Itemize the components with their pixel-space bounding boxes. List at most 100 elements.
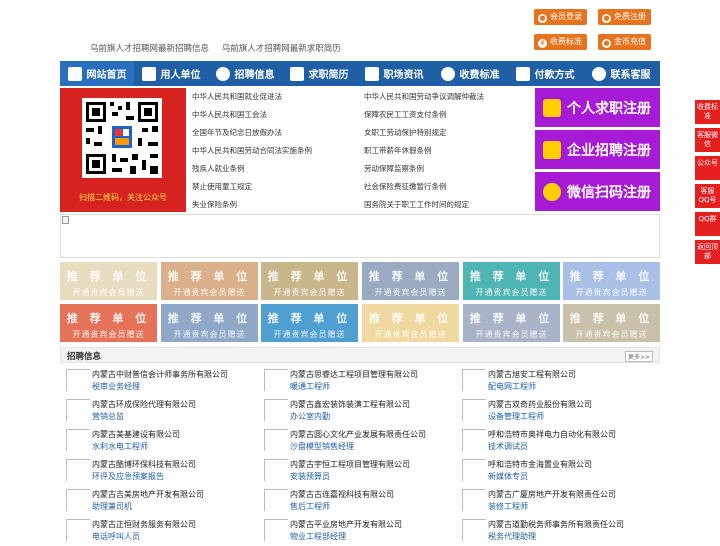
law-link[interactable]: 保障农民工工资支付条例	[364, 109, 447, 120]
job-item[interactable]: 内蒙古古连嘉视科技有限公司 售后工程师	[258, 486, 454, 516]
nav-home[interactable]: 网站首页	[60, 61, 134, 86]
company-name[interactable]: 内蒙古吉美房地产开发有限公司	[92, 489, 204, 500]
job-item[interactable]: 内蒙古广厦房地产开发有限责任公司 装修工程师	[456, 486, 652, 516]
job-title[interactable]: 环评及应急预案报告	[92, 471, 164, 482]
job-item[interactable]: 内蒙古正恒财务服务有限公司 电话呼叫人员	[60, 516, 256, 546]
fee-standard-button[interactable]: ¥ 收费标准	[534, 34, 587, 50]
company-name[interactable]: 呼和浩特市奥祥电力自动化有限公司	[488, 429, 616, 440]
law-link[interactable]: 职工带薪年休假条例	[364, 145, 432, 156]
recommend-slot[interactable]: 推 荐 单 位开通贵宾会员赠送	[463, 304, 560, 342]
job-item[interactable]: 内蒙古道勤税务师事务所有限责任公司 税务代理助理	[456, 516, 652, 546]
company-name[interactable]: 内蒙古道勤税务师事务所有限责任公司	[488, 519, 624, 530]
company-name[interactable]: 内蒙古宇恒工程项目管理有限公司	[290, 459, 410, 470]
nav-payment[interactable]: 付款方式	[508, 61, 582, 86]
job-title[interactable]: 设备管理工程师	[488, 411, 544, 422]
recommend-slot[interactable]: 推 荐 单 位开通贵宾会员赠送	[362, 304, 459, 342]
law-link[interactable]: 中华人民共和国工会法	[192, 109, 267, 120]
coin-recharge-button[interactable]: ● 金币充值	[598, 34, 651, 50]
recommend-slot[interactable]: 推 荐 单 位开通贵宾会员赠送	[563, 304, 660, 342]
recommend-slot[interactable]: 推 荐 单 位开通贵宾会员赠送	[563, 262, 660, 300]
recommend-slot[interactable]: 推 荐 单 位开通贵宾会员赠送	[60, 262, 157, 300]
job-item[interactable]: 内蒙古环成保险代理有限公司 营销总监	[60, 396, 256, 426]
law-link[interactable]: 国务院关于职工工作时间的规定	[364, 199, 469, 210]
law-link[interactable]: 中华人民共和国劳动合同法实施条例	[192, 145, 312, 156]
job-title[interactable]: 助理兼司机	[92, 501, 132, 512]
job-item[interactable]: 内蒙古思睿达工程项目管理有限公司 暖通工程师	[258, 366, 454, 396]
job-item[interactable]: 内蒙古平业房地产开发有限公司 物业工程部经理	[258, 516, 454, 546]
job-title[interactable]: 售后工程师	[290, 501, 330, 512]
job-title[interactable]: 沙盘模型销售经理	[290, 441, 354, 452]
recommend-slot[interactable]: 推 荐 单 位开通贵宾会员赠送	[161, 304, 258, 342]
recommend-slot[interactable]: 推 荐 单 位开通贵宾会员赠送	[463, 262, 560, 300]
nav-news[interactable]: 职场资讯	[356, 61, 432, 86]
company-name[interactable]: 内蒙古双奇药业股份有限公司	[488, 399, 592, 410]
company-name[interactable]: 内蒙古正恒财务服务有限公司	[92, 519, 196, 530]
side-button[interactable]: 返回顶部	[695, 240, 720, 264]
company-name[interactable]: 内蒙古美基建设有限公司	[92, 429, 180, 440]
side-button[interactable]: 收费标准	[695, 100, 720, 124]
recommend-slot[interactable]: 推 荐 单 位开通贵宾会员赠送	[362, 262, 459, 300]
nav-jobs[interactable]: 招聘信息	[208, 61, 282, 86]
law-link[interactable]: 中华人民共和国劳动争议调解仲裁法	[364, 91, 484, 102]
nav-employers[interactable]: 用人单位	[134, 61, 208, 86]
job-item[interactable]: 内蒙古酷博环保科技有限公司 环评及应急预案报告	[60, 456, 256, 486]
job-title[interactable]: 暖通工程师	[290, 381, 330, 392]
nav-resumes[interactable]: 求职简历	[282, 61, 356, 86]
job-item[interactable]: 内蒙古宇恒工程项目管理有限公司 安装预算员	[258, 456, 454, 486]
wechat-register-button[interactable]: 微信扫码注册	[535, 172, 660, 211]
law-link[interactable]: 中华人民共和国就业促进法	[192, 91, 282, 102]
recommend-slot[interactable]: 推 荐 单 位开通贵宾会员赠送	[161, 262, 258, 300]
personal-register-button[interactable]: 个人求职注册	[535, 88, 660, 127]
law-link[interactable]: 残疾人就业条例	[192, 163, 245, 174]
company-name[interactable]: 内蒙古古连嘉视科技有限公司	[290, 489, 394, 500]
nav-fees[interactable]: 收费标准	[432, 61, 508, 86]
side-button[interactable]: 客服QQ号	[695, 184, 720, 208]
company-name[interactable]: 内蒙古酷博环保科技有限公司	[92, 459, 196, 470]
job-item[interactable]: 呼和浩特市金海置业有限公司 新媒体专员	[456, 456, 652, 486]
side-button[interactable]: 公众号	[695, 156, 720, 180]
latest-resumes-link[interactable]: 乌前旗人才招聘网最新求职简历	[222, 44, 341, 54]
company-name[interactable]: 呼和浩特市金海置业有限公司	[488, 459, 592, 470]
recommend-slot[interactable]: 推 荐 单 位开通贵宾会员赠送	[261, 262, 358, 300]
law-link[interactable]: 禁止使用童工规定	[192, 181, 252, 192]
recommend-slot[interactable]: 推 荐 单 位开通贵宾会员赠送	[261, 304, 358, 342]
law-link[interactable]: 全国年节及纪念日放假办法	[192, 127, 282, 138]
job-title[interactable]: 技术调试员	[488, 441, 528, 452]
job-item[interactable]: 内蒙古鑫宏装饰装潢工程有限公司 办公室内勤	[258, 396, 454, 426]
law-link[interactable]: 失业保险条例	[192, 199, 237, 210]
job-title[interactable]: 办公室内勤	[290, 411, 330, 422]
company-name[interactable]: 内蒙古平业房地产开发有限公司	[290, 519, 402, 530]
company-name[interactable]: 内蒙古环成保险代理有限公司	[92, 399, 196, 410]
job-title[interactable]: 营销总监	[92, 411, 124, 422]
law-link[interactable]: 劳动保障监察条例	[364, 163, 424, 174]
company-name[interactable]: 内蒙古鑫宏装饰装潢工程有限公司	[290, 399, 410, 410]
job-title[interactable]: 物业工程部经理	[290, 531, 346, 542]
nav-support[interactable]: 联系客服	[582, 61, 660, 86]
law-link[interactable]: 女职工劳动保护特别规定	[364, 127, 447, 138]
side-button[interactable]: QQ群	[695, 212, 720, 236]
free-register-button[interactable]: ● 免费注册	[598, 9, 651, 25]
job-title[interactable]: 新媒体专员	[488, 471, 528, 482]
job-title[interactable]: 税审业务经理	[92, 381, 140, 392]
job-title[interactable]: 配电网工程师	[488, 381, 536, 392]
job-title[interactable]: 税务代理助理	[488, 531, 536, 542]
job-item[interactable]: 内蒙古吉美房地产开发有限公司 助理兼司机	[60, 486, 256, 516]
job-item[interactable]: 内蒙古美基建设有限公司 水利水电工程师	[60, 426, 256, 456]
job-item[interactable]: 内蒙古圆心文化产业发展有限责任公司 沙盘模型销售经理	[258, 426, 454, 456]
job-item[interactable]: 内蒙古双奇药业股份有限公司 设备管理工程师	[456, 396, 652, 426]
recommend-slot[interactable]: 推 荐 单 位开通贵宾会员赠送	[60, 304, 157, 342]
company-name[interactable]: 内蒙古思睿达工程项目管理有限公司	[290, 369, 418, 380]
job-title[interactable]: 水利水电工程师	[92, 441, 148, 452]
job-item[interactable]: 呼和浩特市奥祥电力自动化有限公司 技术调试员	[456, 426, 652, 456]
job-title[interactable]: 装修工程师	[488, 501, 528, 512]
side-button[interactable]: 客服微信	[695, 128, 720, 152]
job-item[interactable]: 内蒙古旭安工程有限公司 配电网工程师	[456, 366, 652, 396]
ad-banner-placeholder[interactable]	[60, 214, 660, 258]
more-jobs-link[interactable]: 更多>>	[624, 351, 653, 362]
company-name[interactable]: 内蒙古广厦房地产开发有限责任公司	[488, 489, 616, 500]
job-title[interactable]: 安装预算员	[290, 471, 330, 482]
latest-jobs-link[interactable]: 乌前旗人才招聘网最新招聘信息	[90, 44, 209, 54]
company-name[interactable]: 内蒙古旭安工程有限公司	[488, 369, 576, 380]
job-item[interactable]: 内蒙古中财普信会计师事务所有限公司 税审业务经理	[60, 366, 256, 396]
law-link[interactable]: 社会保险费征缴暂行条例	[364, 181, 447, 192]
